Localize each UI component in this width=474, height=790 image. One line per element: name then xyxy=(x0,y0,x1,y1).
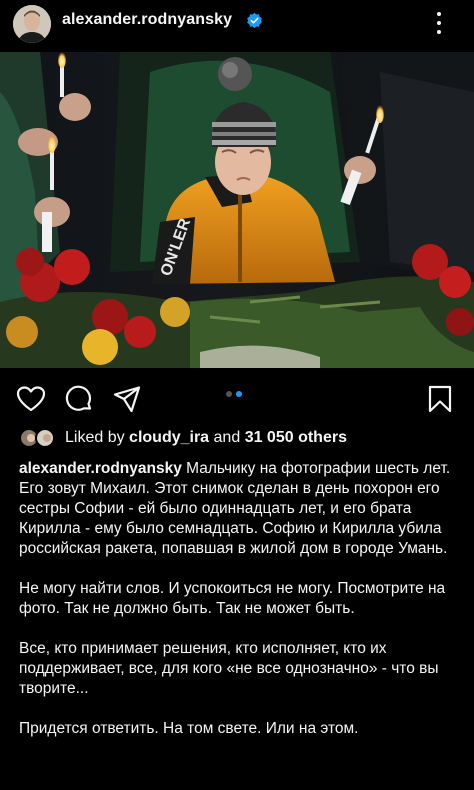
liker-avatars xyxy=(19,427,59,449)
likes-and: and xyxy=(213,429,241,446)
share-icon[interactable] xyxy=(112,384,142,414)
post-username[interactable]: alexander.rodnyansky xyxy=(62,11,232,29)
comment-icon[interactable] xyxy=(64,384,94,414)
likes-count[interactable]: 31 050 others xyxy=(245,429,347,447)
carousel-dot xyxy=(226,391,232,397)
post-header: alexander.rodnyansky xyxy=(0,0,474,48)
avatar[interactable] xyxy=(13,5,51,43)
verified-badge-icon xyxy=(247,12,262,29)
liker-username[interactable]: cloudy_ira xyxy=(129,429,209,447)
more-options-icon[interactable] xyxy=(428,12,450,34)
carousel-indicator xyxy=(226,391,242,397)
liked-by-label: Liked by xyxy=(65,429,125,446)
likes-row[interactable]: Liked by cloudy_ira and 31 050 others xyxy=(19,427,347,449)
caption-paragraph-2: Не могу найти слов. И успокоиться не мог… xyxy=(19,580,446,617)
caption-paragraph-3: Все, кто принимает решения, кто исполняе… xyxy=(19,640,439,697)
carousel-dot-active xyxy=(236,391,242,397)
liker-avatar xyxy=(35,428,55,448)
post-caption: alexander.rodnyansky Мальчику на фотогра… xyxy=(19,459,459,759)
bookmark-icon[interactable] xyxy=(425,384,455,414)
caption-paragraph-1: alexander.rodnyansky Мальчику на фотогра… xyxy=(19,459,459,559)
action-bar xyxy=(0,378,474,418)
heart-icon[interactable] xyxy=(16,384,46,414)
post-photo[interactable]: ON'LER xyxy=(0,52,474,368)
caption-username[interactable]: alexander.rodnyansky xyxy=(19,460,182,477)
caption-paragraph-4: Придется ответить. На том свете. Или на … xyxy=(19,720,359,737)
